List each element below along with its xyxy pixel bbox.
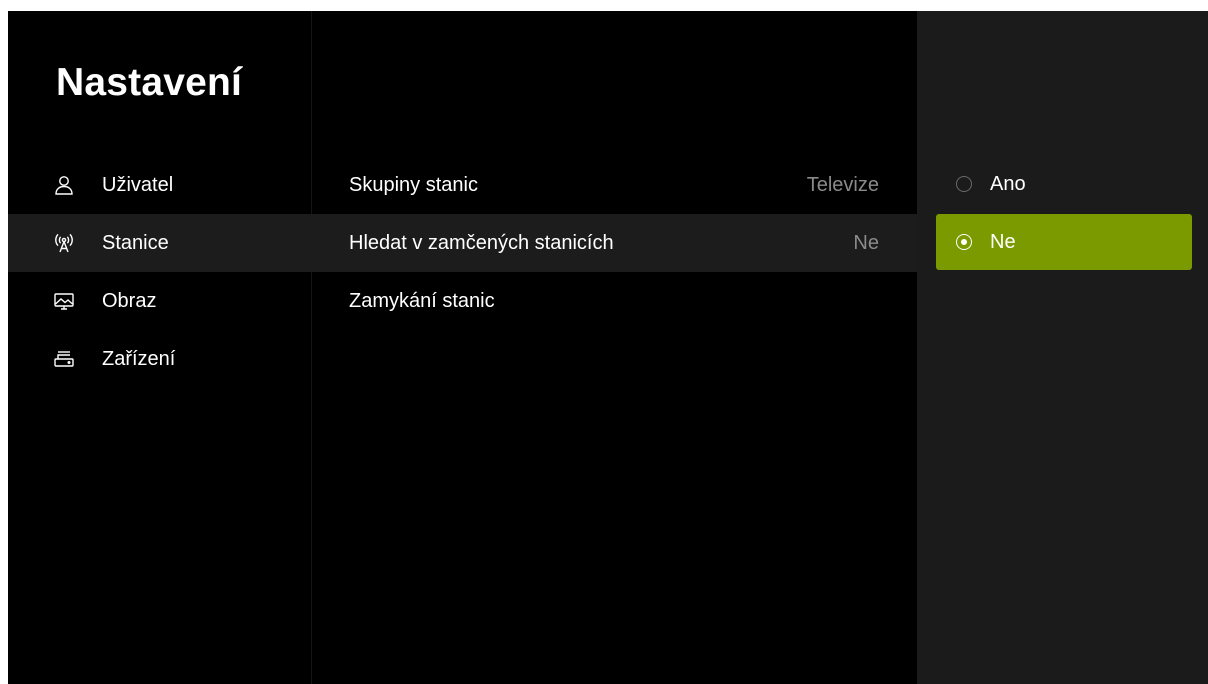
setting-label: Skupiny stanic xyxy=(349,173,478,196)
setting-row-station-groups[interactable]: Skupiny stanic Televize xyxy=(312,156,917,214)
option-yes[interactable]: Ano xyxy=(936,156,1192,212)
options-panel xyxy=(917,11,1208,684)
option-label: Ano xyxy=(990,172,1026,195)
setting-label: Hledat v zamčených stanicích xyxy=(349,231,614,254)
antenna-icon xyxy=(52,231,76,255)
sidebar-item-user[interactable]: Uživatel xyxy=(8,156,312,214)
page-title: Nastavení xyxy=(56,61,243,104)
sidebar-item-label: Zařízení xyxy=(102,347,176,370)
setting-row-station-locking[interactable]: Zamykání stanic xyxy=(312,272,917,330)
setting-row-search-locked[interactable]: Hledat v zamčených stanicích Ne xyxy=(312,214,917,272)
device-icon xyxy=(52,347,76,371)
setting-value: Televize xyxy=(806,173,879,196)
option-no[interactable]: Ne xyxy=(936,214,1192,270)
setting-value: Ne xyxy=(853,231,879,254)
radio-checked-icon xyxy=(956,234,972,250)
sidebar-item-picture[interactable]: Obraz xyxy=(8,272,312,330)
setting-label: Zamykání stanic xyxy=(349,289,495,312)
sidebar-item-label: Obraz xyxy=(102,289,157,312)
settings-list xyxy=(312,11,917,684)
radio-unchecked-icon xyxy=(956,176,972,192)
settings-screen: Nastavení Uživatel Stanice Obraz Zařízen… xyxy=(8,11,1208,684)
picture-icon xyxy=(52,289,76,313)
sidebar-item-stations[interactable]: Stanice xyxy=(8,214,312,272)
option-label: Ne xyxy=(990,230,1016,253)
sidebar-item-label: Stanice xyxy=(102,231,169,254)
user-icon xyxy=(52,173,76,197)
sidebar-item-device[interactable]: Zařízení xyxy=(8,330,312,388)
sidebar-item-label: Uživatel xyxy=(102,173,174,196)
